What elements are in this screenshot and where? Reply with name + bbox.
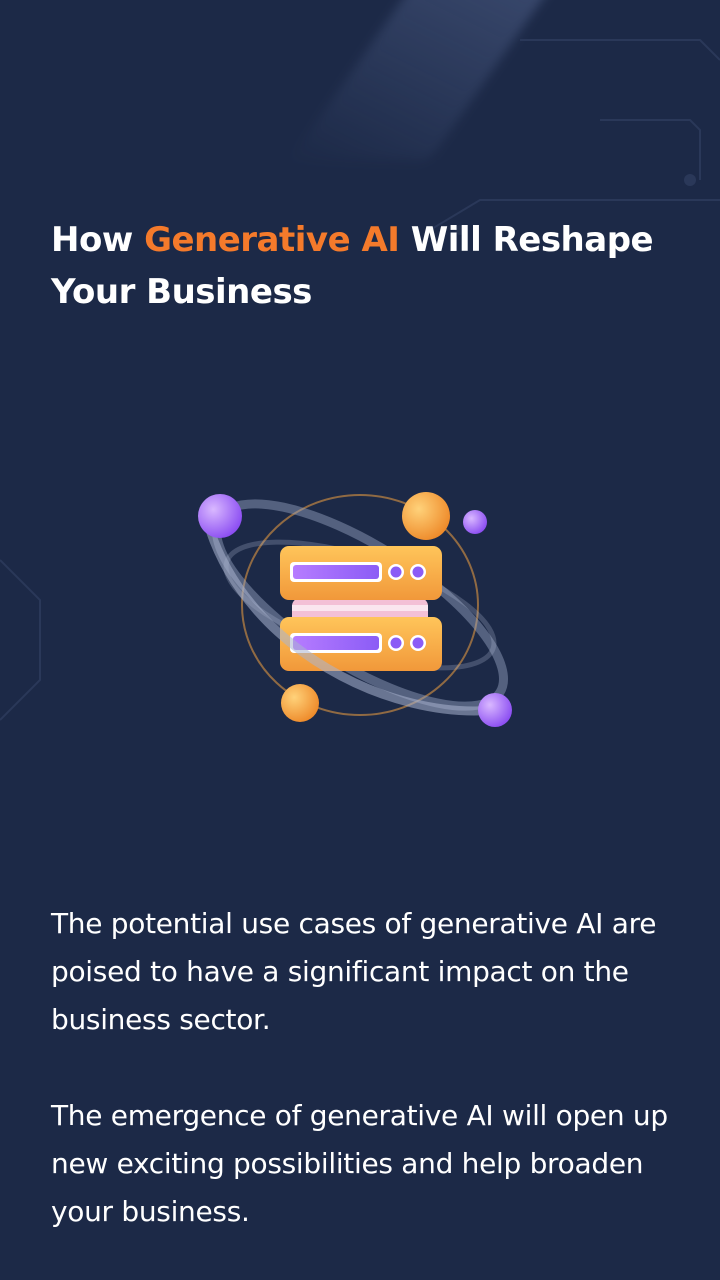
title-accent: Generative AI (144, 220, 400, 260)
page-title: How Generative AI Will Reshape Your Busi… (51, 214, 701, 318)
title-part-1: How (51, 220, 145, 260)
server-orbit-icon (198, 492, 512, 727)
body-paragraph-1: The potential use cases of generative AI… (51, 907, 657, 1036)
body-paragraph-2: The emergence of generative AI will open… (51, 1099, 668, 1228)
